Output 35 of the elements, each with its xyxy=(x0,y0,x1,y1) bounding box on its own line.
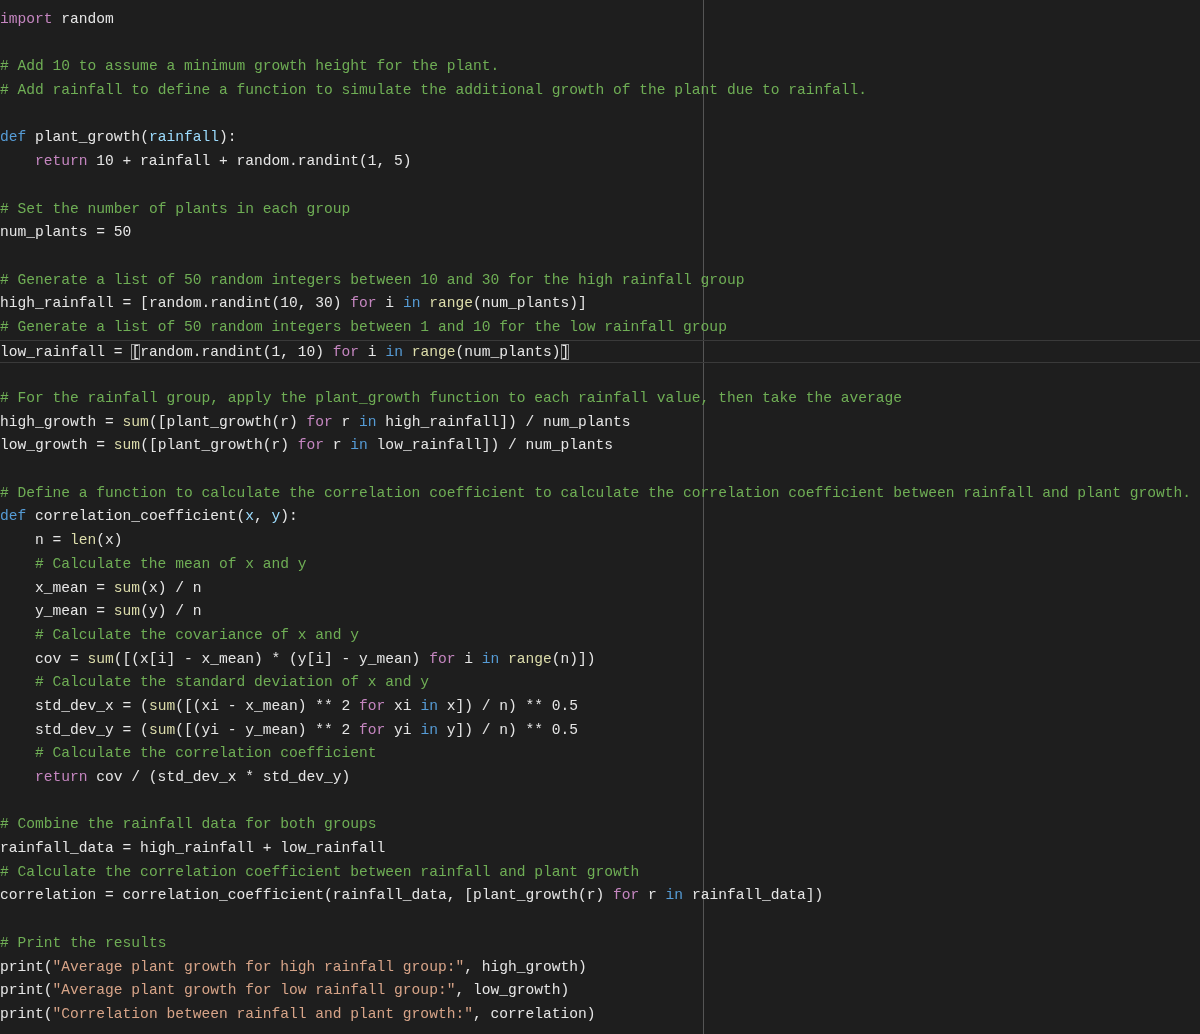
code-line: # Add rainfall to define a function to simulate the additional growth of the plant due to rainfall. xyxy=(0,82,867,99)
code-line: # Calculate the correlation coefficient xyxy=(35,745,377,762)
code-line: # For the rainfall group, apply the plant_growth function to each rainfall value, then take the average xyxy=(0,390,903,406)
code-line: print("Average plant growth for low rainfall group:", low_growth) xyxy=(0,982,570,999)
code-line: high_rainfall = [random.randint(10, 30) for i in range(num_plants)] xyxy=(0,295,587,312)
code-line: # Calculate the covariance of x and y xyxy=(35,626,360,643)
code-line: n = len(x) xyxy=(35,532,123,549)
code-line: low_rainfall = [random.randint(1, 10) for i in range(num_plants)] xyxy=(0,343,570,360)
code-line: # Print the results xyxy=(0,934,167,951)
code-line: # Add 10 to assume a minimum growth height for the plant. xyxy=(0,58,500,75)
code-line: num_plants = 50 xyxy=(0,224,132,241)
code-line: def correlation_coefficient(x, y): xyxy=(0,508,298,525)
code-line: x_mean = sum(x) / n xyxy=(35,579,202,596)
code-line: print("Average plant growth for high rainfall group:", high_growth) xyxy=(0,958,587,975)
code-line: high_growth = sum([plant_growth(r) for r in high_rainfall]) / num_plants xyxy=(0,413,631,430)
code-line: # Generate a list of 50 random integers between 10 and 30 for the high rainfall group xyxy=(0,271,745,288)
code-line: # Set the number of plants in each group xyxy=(0,200,351,217)
code-line: # Generate a list of 50 random integers between 1 and 10 for the low rainfall group xyxy=(0,318,727,335)
code-line: cov = sum([(x[i] - x_mean) * (y[i] - y_mean) for i in range(n)]) xyxy=(35,650,596,667)
code-line: # Calculate the correlation coefficient between rainfall and plant growth xyxy=(0,863,640,880)
code-line: import random xyxy=(0,11,114,27)
code-line: # Calculate the standard deviation of x and y xyxy=(35,674,430,691)
code-line: std_dev_y = (sum([(yi - y_mean) ** 2 for yi in y]) / n) ** 0.5 xyxy=(35,721,579,738)
code-line: return cov / (std_dev_x * std_dev_y) xyxy=(35,769,351,785)
code-line: low_growth = sum([plant_growth(r) for r in low_rainfall]) / num_plants xyxy=(0,437,614,454)
code-line: # Define a function to calculate the correlation coefficient to calculate the correlation coefficient between rainfall and plant growth. xyxy=(0,484,1192,501)
code-line: print("Correlation between rainfall and plant growth:", correlation) xyxy=(0,1005,596,1022)
code-line: # Calculate the mean of x and y xyxy=(35,555,307,572)
code-line: rainfall_data = high_rainfall + low_rainfall xyxy=(0,840,386,857)
code-line: y_mean = sum(y) / n xyxy=(35,603,202,620)
code-line: correlation = correlation_coefficient(rainfall_data, [plant_growth(r) for r in rainfall_data]) xyxy=(0,887,824,904)
code-line: def plant_growth(rainfall): xyxy=(0,129,237,146)
code-line: # Combine the rainfall data for both groups xyxy=(0,816,377,833)
code-line: return 10 + rainfall + random.randint(1, 5) xyxy=(35,153,412,170)
code-line: std_dev_x = (sum([(xi - x_mean) ** 2 for xi in x]) / n) ** 0.5 xyxy=(35,697,579,714)
